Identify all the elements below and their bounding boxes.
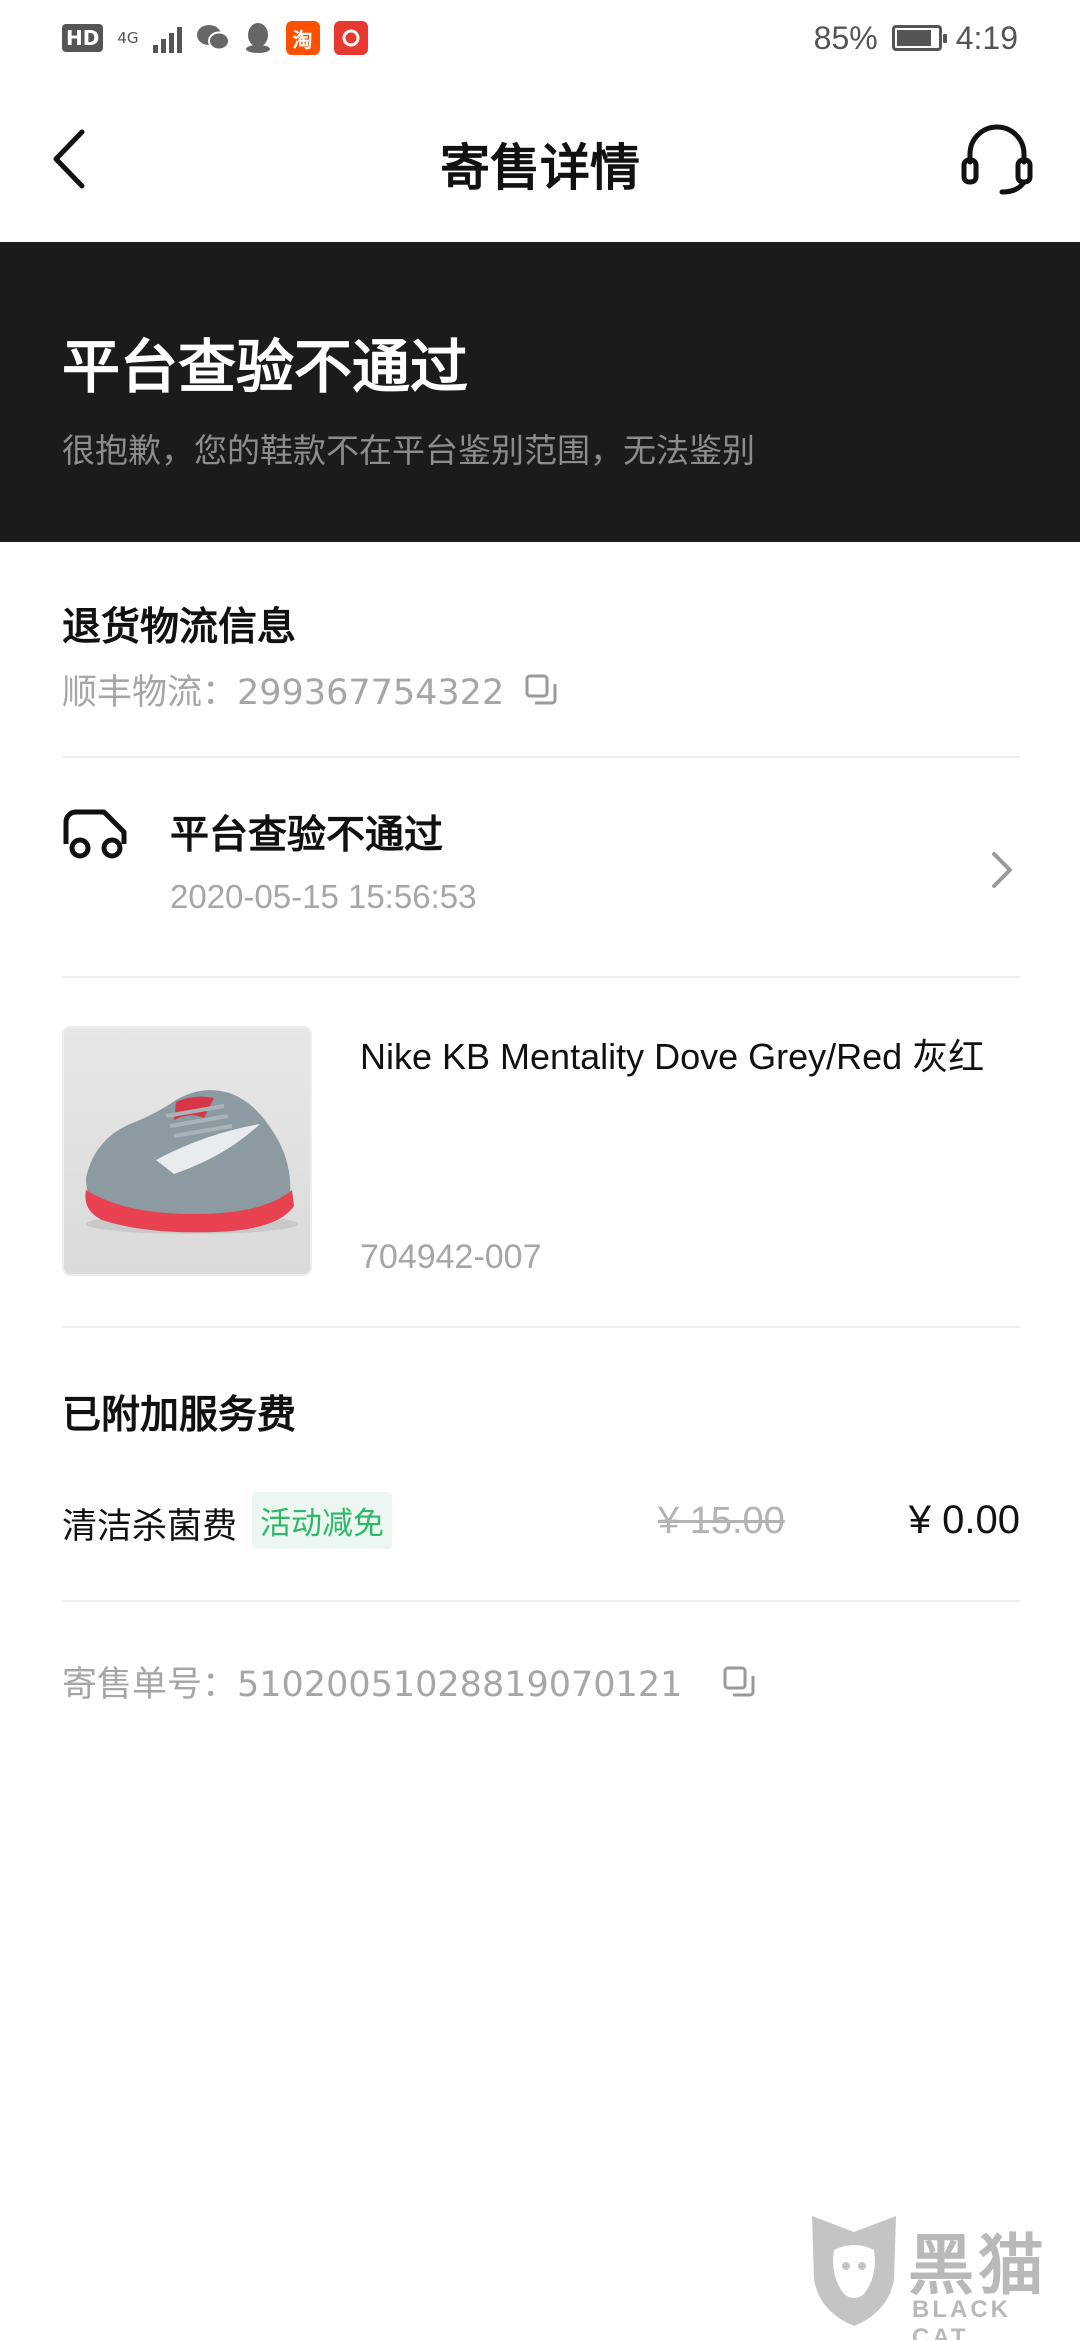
wechat-icon	[196, 25, 230, 51]
promo-tag: 活动减免	[252, 1492, 392, 1549]
watermark-text: 黑猫	[908, 2227, 1048, 2304]
divider	[62, 756, 1020, 758]
divider	[62, 1326, 1020, 1328]
fee-label: 清洁杀菌费	[62, 1507, 238, 1547]
status-right: 85% 4:19	[814, 20, 1018, 57]
status-banner: 平台查验不通过 很抱歉，您的鞋款不在平台鉴别范围，无法鉴别	[0, 242, 1080, 542]
order-number: 寄售单号：510200510288190701​21	[62, 1665, 683, 1705]
fee-row: 清洁杀菌费 活动减免 ¥ 15.00 ¥ 0.00	[62, 1490, 1020, 1554]
divider	[62, 976, 1020, 978]
product-code: 704942-007	[360, 1238, 542, 1276]
product-image	[62, 1026, 312, 1276]
watermark-logo: 黑猫 BLACK CAT	[804, 2210, 1074, 2340]
original-price: ¥ 15.00	[658, 1500, 785, 1542]
status-bar: HD 4G 淘 85% 4:19	[0, 0, 1080, 76]
logistics-tracking-line: 顺丰物流：299367754322	[62, 664, 558, 715]
clock: 4:19	[955, 19, 1018, 56]
product-card[interactable]: Nike KB Mentality Dove Grey/Red 灰红 70494…	[62, 1026, 1020, 1278]
copy-icon[interactable]	[722, 1665, 756, 1699]
network-type: 4G	[117, 28, 139, 47]
tracking-row[interactable]: 平台查验不通过 2020-05-15 15:56:53	[62, 770, 1020, 970]
services-title: 已附加服务费	[62, 1393, 297, 1438]
battery-icon	[891, 25, 947, 51]
tracking-time: 2020-05-15 15:56:53	[170, 878, 477, 915]
customer-service-icon[interactable]	[958, 120, 1036, 198]
banner-description: 很抱歉，您的鞋款不在平台鉴别范围，无法鉴别	[62, 431, 755, 470]
watermark-subtext: BLACK CAT	[912, 2296, 1011, 2340]
status-left: HD 4G 淘	[62, 21, 368, 55]
divider	[62, 1600, 1020, 1602]
signal-icon	[152, 23, 182, 53]
copy-icon[interactable]	[524, 673, 558, 707]
product-name: Nike KB Mentality Dove Grey/Red 灰红	[360, 1036, 985, 1077]
truck-icon	[63, 809, 127, 859]
battery-percent: 85%	[813, 19, 878, 56]
black-cat-shield-icon	[812, 2216, 896, 2326]
tracking-number: 顺丰物流：299367754322	[62, 673, 505, 713]
tracking-status: 平台查验不通过	[170, 813, 444, 858]
taobao-icon: 淘	[285, 21, 320, 55]
chevron-right-icon	[992, 852, 1012, 888]
sneaker-image	[85, 1090, 298, 1234]
order-number-line: 寄售单号：510200510288190701​21	[62, 1656, 756, 1707]
app-icon	[333, 21, 368, 55]
page-title: 寄售详情	[440, 139, 640, 197]
final-price: ¥ 0.00	[908, 1498, 1020, 1542]
banner-title: 平台查验不通过	[62, 333, 469, 401]
qq-icon	[245, 23, 270, 53]
hd-indicator: HD	[62, 24, 104, 52]
nav-bar: 寄售详情	[0, 76, 1080, 242]
logistics-title: 退货物流信息	[62, 605, 297, 650]
